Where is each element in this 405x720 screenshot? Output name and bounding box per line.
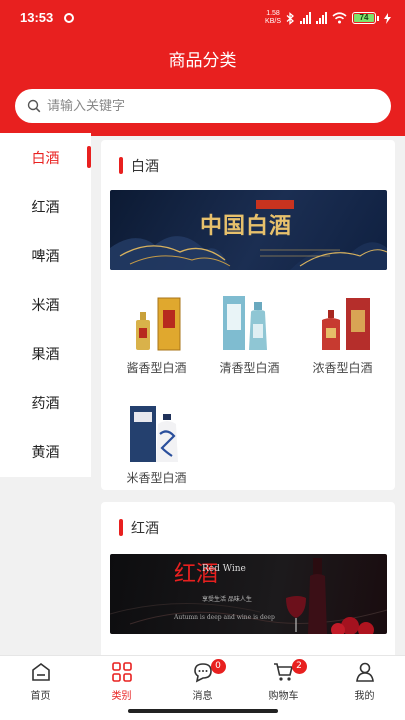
cart-badge: 2 — [291, 659, 307, 674]
section-hongjiu: 红酒 红酒 Red Wine 享受生活 品味人生 Autumn is deep … — [101, 502, 395, 662]
hongjiu-banner[interactable]: 红酒 Red Wine 享受生活 品味人生 Autumn is deep and… — [110, 554, 387, 634]
banner-subtitle: Red Wine — [202, 564, 246, 574]
sidebar-item-label: 药酒 — [31, 395, 60, 412]
qingxiang-bottle-image — [223, 296, 267, 350]
tab-label: 消息 — [192, 691, 213, 702]
banner-title: 中国白酒 — [200, 213, 293, 239]
category-sidebar: 白酒 红酒 啤酒 米酒 果酒 药酒 黄酒 — [0, 133, 91, 477]
tab-home[interactable]: 首页 — [0, 656, 81, 720]
baijiu-banner[interactable]: 中国白酒 — [110, 190, 387, 270]
status-bar: 13:53 1.58 KB/S 74 — [0, 0, 405, 36]
search-icon — [27, 99, 41, 113]
search-bar[interactable] — [15, 89, 391, 123]
page-title: 商品分类 — [168, 51, 237, 71]
sidebar-item-label: 果酒 — [31, 346, 60, 363]
tab-label: 购物车 — [268, 691, 299, 702]
sidebar-item-label: 啤酒 — [31, 248, 60, 265]
section-baijiu: 白酒 中国白酒 酱香型白酒 清香型白酒 浓香型白酒 米香型白酒 — [101, 140, 395, 490]
nongxiang-bottle-image — [322, 298, 370, 350]
tab-profile[interactable]: 我的 — [324, 656, 405, 720]
header: 商品分类 — [0, 36, 405, 136]
sidebar-item-mijiu[interactable]: 米酒 — [0, 280, 91, 329]
sidebar-item-huangjiu[interactable]: 黄酒 — [0, 427, 91, 476]
sidebar-item-label: 黄酒 — [31, 444, 60, 461]
sidebar-item-hongjiu[interactable]: 红酒 — [0, 182, 91, 231]
status-time: 13:53 — [20, 10, 54, 25]
mixiang-bottle-image — [130, 406, 178, 462]
sidebar-item-label: 白酒 — [31, 150, 60, 167]
product-qingxiang[interactable]: 清香型白酒 — [203, 290, 296, 400]
product-label: 浓香型白酒 — [312, 361, 373, 375]
sidebar-item-baijiu[interactable]: 白酒 — [0, 133, 91, 182]
product-jiangxiang[interactable]: 酱香型白酒 — [110, 290, 203, 400]
tab-label: 首页 — [30, 691, 51, 702]
banner-english-text: Autumn is deep and wine is deep — [174, 614, 275, 621]
sidebar-item-yaojiu[interactable]: 药酒 — [0, 378, 91, 427]
signal-icon-2 — [316, 12, 327, 24]
section-title: 白酒 — [119, 156, 159, 176]
product-mixiang[interactable]: 米香型白酒 — [110, 400, 203, 510]
sidebar-item-guojiu[interactable]: 果酒 — [0, 329, 91, 378]
sidebar-item-label: 红酒 — [31, 199, 60, 216]
product-label: 米香型白酒 — [126, 471, 187, 485]
network-speed: 1.58 KB/S — [265, 10, 281, 25]
notification-icon — [64, 13, 74, 23]
charging-icon — [384, 12, 391, 24]
tab-label: 类别 — [111, 691, 132, 702]
jiangxiang-bottle-image — [136, 297, 181, 351]
product-label: 清香型白酒 — [219, 361, 280, 375]
section-title: 红酒 — [119, 518, 159, 538]
banner-tagline: 享受生活 品味人生 — [202, 596, 252, 603]
product-nongxiang[interactable]: 浓香型白酒 — [296, 290, 389, 400]
bluetooth-icon — [286, 11, 294, 25]
home-indicator[interactable] — [128, 709, 278, 713]
profile-icon — [355, 662, 374, 682]
battery-icon: 74 — [352, 12, 379, 24]
tab-label: 我的 — [354, 691, 375, 702]
home-icon — [31, 663, 50, 681]
sidebar-item-label: 米酒 — [31, 297, 60, 314]
product-grid: 酱香型白酒 清香型白酒 浓香型白酒 米香型白酒 — [110, 290, 390, 510]
wifi-icon — [332, 12, 347, 24]
status-icons: 1.58 KB/S 74 — [265, 10, 391, 26]
search-input[interactable] — [47, 98, 347, 114]
signal-icon — [300, 12, 311, 24]
category-icon — [111, 662, 132, 682]
product-label: 酱香型白酒 — [126, 361, 187, 375]
message-badge: 0 — [210, 659, 226, 674]
sidebar-item-pijiu[interactable]: 啤酒 — [0, 231, 91, 280]
